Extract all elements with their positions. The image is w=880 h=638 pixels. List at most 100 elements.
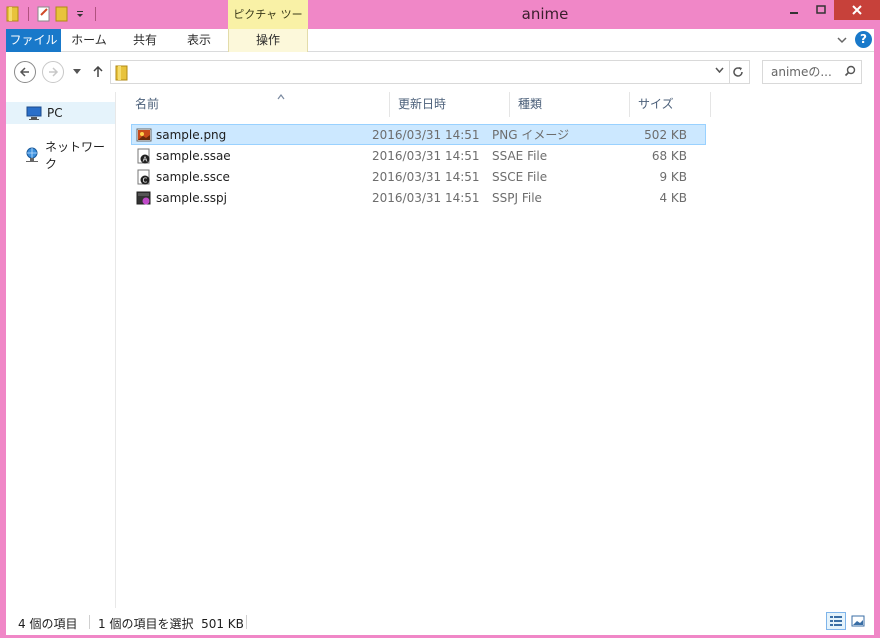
window-controls bbox=[780, 0, 880, 20]
chevron-down-icon bbox=[73, 69, 81, 74]
minimize-button[interactable] bbox=[780, 0, 807, 20]
svg-text:A: A bbox=[143, 155, 148, 163]
maximize-button[interactable] bbox=[807, 0, 834, 20]
file-name-cell: sample.png bbox=[132, 127, 372, 143]
status-selection: 1 個の項目を選択 501 KB bbox=[98, 617, 244, 631]
close-icon bbox=[852, 5, 862, 15]
sspj-file-icon bbox=[136, 191, 151, 204]
expand-ribbon-icon[interactable] bbox=[837, 36, 847, 44]
pc-icon bbox=[26, 105, 42, 121]
refresh-button[interactable] bbox=[726, 60, 750, 84]
maximize-icon bbox=[815, 5, 826, 14]
file-row[interactable]: sample.sspj 2016/03/31 14:51 SSPJ File 4… bbox=[131, 187, 706, 208]
file-list-view[interactable]: 名前 更新日時 種類 サイズ sample.png 2016/03/31 14:… bbox=[116, 92, 874, 608]
sort-ascending-icon bbox=[277, 86, 285, 111]
file-type: SSAE File bbox=[492, 148, 548, 163]
file-date: 2016/03/31 14:51 bbox=[372, 169, 480, 184]
ribbon-right-controls: ? bbox=[837, 31, 872, 48]
explorer-window: ピクチャ ツール anime ファイル ホーム 共有 表示 操作 ? bbox=[0, 0, 880, 638]
address-bar[interactable] bbox=[110, 60, 730, 84]
details-view-button[interactable] bbox=[826, 612, 846, 630]
navigation-bar: animeの... bbox=[6, 52, 874, 92]
file-date: 2016/03/31 14:51 bbox=[372, 148, 480, 163]
title-bar[interactable]: ピクチャ ツール anime bbox=[0, 0, 880, 51]
file-type: SSPJ File bbox=[492, 190, 542, 205]
column-header-type[interactable]: 種類 bbox=[510, 92, 630, 117]
tab-view[interactable]: 表示 bbox=[173, 29, 225, 52]
contextual-tab-group: ピクチャ ツール bbox=[228, 0, 308, 51]
window-title: anime bbox=[521, 5, 569, 23]
ribbon-tab-bar: ファイル ホーム 共有 表示 操作 ? bbox=[6, 29, 874, 52]
column-header-label: 種類 bbox=[518, 97, 543, 111]
back-button[interactable] bbox=[14, 61, 36, 83]
column-header-size[interactable]: サイズ bbox=[630, 92, 711, 117]
up-button[interactable] bbox=[90, 61, 106, 83]
file-size: 4 KB bbox=[659, 190, 687, 205]
qat-separator bbox=[95, 7, 96, 21]
svg-text:C: C bbox=[143, 176, 148, 184]
file-row[interactable]: A sample.ssae 2016/03/31 14:51 SSAE File… bbox=[131, 145, 706, 166]
details-view-icon bbox=[830, 616, 842, 626]
status-bar: 4 個の項目 1 個の項目を選択 501 KB bbox=[6, 608, 874, 635]
status-item-count: 4 個の項目 bbox=[18, 617, 78, 631]
file-type: PNG イメージ bbox=[492, 128, 570, 142]
file-date: 2016/03/31 14:51 bbox=[372, 127, 480, 142]
column-header-label: 名前 bbox=[135, 97, 160, 111]
navigation-pane[interactable]: PC ネットワーク bbox=[6, 92, 116, 608]
back-arrow-icon bbox=[19, 67, 29, 77]
file-size: 502 KB bbox=[644, 127, 687, 142]
tab-share[interactable]: 共有 bbox=[117, 29, 173, 52]
main-area: PC ネットワーク 名前 更新日時 種類 サイズ sample.png 2016… bbox=[6, 92, 874, 608]
file-name-cell: C sample.ssce bbox=[132, 169, 372, 185]
folder-icon bbox=[115, 65, 129, 84]
file-name: sample.ssae bbox=[156, 148, 231, 163]
refresh-icon bbox=[732, 67, 743, 77]
file-name-cell: A sample.ssae bbox=[132, 148, 372, 164]
png-file-icon bbox=[136, 128, 152, 141]
file-name: sample.sspj bbox=[156, 190, 227, 205]
network-icon bbox=[24, 147, 40, 163]
file-type: SSCE File bbox=[492, 169, 548, 184]
large-icons-view-button[interactable] bbox=[848, 612, 868, 630]
file-size: 68 KB bbox=[651, 148, 687, 163]
status-divider bbox=[246, 615, 247, 629]
qat-separator bbox=[28, 7, 29, 21]
file-date: 2016/03/31 14:51 bbox=[372, 190, 480, 205]
close-button[interactable] bbox=[834, 0, 880, 20]
search-box[interactable]: animeの... bbox=[762, 60, 862, 84]
file-row[interactable]: C sample.ssce 2016/03/31 14:51 SSCE File… bbox=[131, 166, 706, 187]
tab-manage[interactable]: 操作 bbox=[228, 29, 308, 52]
column-header-label: サイズ bbox=[638, 97, 674, 111]
file-row[interactable]: sample.png 2016/03/31 14:51 PNG イメージ 502… bbox=[131, 124, 706, 145]
folder-icon bbox=[4, 5, 22, 23]
help-button[interactable]: ? bbox=[855, 31, 872, 48]
file-name-cell: sample.sspj bbox=[132, 190, 372, 206]
navpane-item-network[interactable]: ネットワーク bbox=[6, 140, 115, 171]
large-icons-view-icon bbox=[851, 615, 865, 627]
file-name: sample.png bbox=[156, 127, 227, 142]
recent-locations-button[interactable] bbox=[70, 61, 84, 83]
file-size: 9 KB bbox=[659, 169, 687, 184]
view-switcher bbox=[826, 612, 868, 630]
column-header-date[interactable]: 更新日時 bbox=[390, 92, 510, 117]
new-folder-icon[interactable] bbox=[53, 5, 71, 23]
properties-icon[interactable] bbox=[35, 5, 53, 23]
qat-dropdown-icon[interactable] bbox=[71, 5, 89, 23]
column-header-row: 名前 更新日時 種類 サイズ bbox=[127, 92, 711, 117]
search-placeholder: animeの... bbox=[771, 65, 832, 79]
forward-arrow-icon bbox=[49, 67, 59, 77]
ssce-file-icon: C bbox=[137, 169, 150, 184]
column-header-name[interactable]: 名前 bbox=[127, 92, 390, 117]
column-header-label: 更新日時 bbox=[398, 97, 447, 111]
navpane-item-label: ネットワーク bbox=[45, 140, 106, 171]
ssae-file-icon: A bbox=[137, 148, 150, 163]
tab-home[interactable]: ホーム bbox=[61, 29, 117, 52]
tab-file[interactable]: ファイル bbox=[6, 29, 61, 52]
up-arrow-icon bbox=[93, 66, 103, 77]
address-dropdown-icon[interactable] bbox=[715, 65, 724, 76]
quick-access-toolbar bbox=[4, 4, 102, 24]
status-divider bbox=[89, 615, 90, 629]
navpane-item-pc[interactable]: PC bbox=[6, 102, 115, 124]
navpane-item-label: PC bbox=[47, 106, 63, 120]
forward-button[interactable] bbox=[42, 61, 64, 83]
